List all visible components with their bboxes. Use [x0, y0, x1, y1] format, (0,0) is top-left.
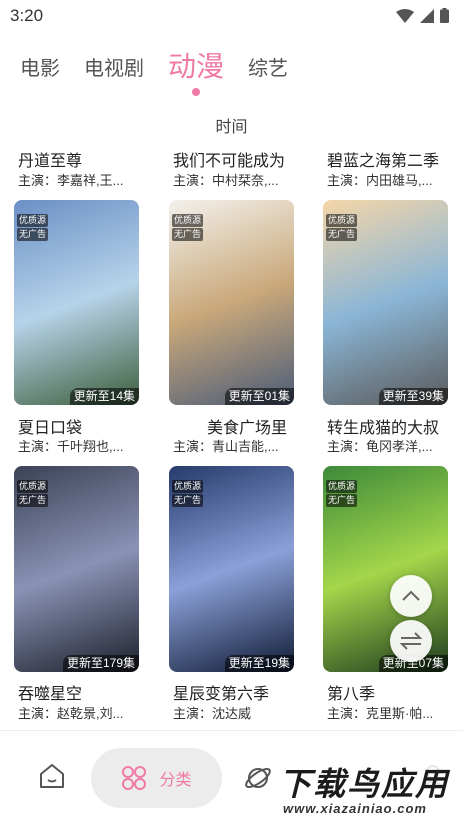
watermark-text: 下载鸟应用 — [279, 766, 450, 802]
tab-anime[interactable]: 动漫 — [168, 50, 225, 96]
episode-update-label: 更新至19集 — [224, 655, 294, 672]
signal-icon — [420, 8, 434, 23]
card-actors: 主演：中村栞奈,... — [173, 173, 279, 188]
watermark-url: www.xiazainiao.com — [283, 801, 427, 816]
swap-icon — [399, 632, 423, 650]
no-ads-badge: 无广告 — [17, 228, 49, 241]
scroll-top-button[interactable] — [390, 575, 432, 617]
card-title: 星辰变第六季 — [173, 686, 270, 703]
tab-tv-series[interactable]: 电视剧 — [84, 54, 144, 84]
card-title: 吞噬星空 — [18, 686, 83, 703]
wifi-icon — [396, 8, 414, 23]
status-bar: 3:20 — [0, 0, 463, 32]
active-tab-indicator — [192, 88, 200, 96]
card-title: 转生成猫的大叔 — [327, 420, 440, 437]
card-title: 夏日口袋 — [18, 420, 83, 437]
no-ads-badge: 无广告 — [172, 228, 204, 241]
switch-layout-button[interactable] — [390, 620, 432, 662]
planet-icon — [245, 767, 271, 789]
episode-update-label: 更新至39集 — [378, 388, 448, 405]
poster-image[interactable]: 优质源 无广告更新至19集 — [169, 466, 294, 672]
card-actors: 主演：青山吉能,... — [173, 439, 279, 454]
quality-badge: 优质源 — [326, 214, 358, 227]
no-ads-badge: 无广告 — [326, 228, 358, 241]
card-actors: 主演：赵乾景,刘... — [18, 706, 124, 721]
card-actors: 主演：克里斯·帕... — [327, 706, 434, 721]
episode-update-label: 更新至01集 — [224, 388, 294, 405]
quality-badge: 优质源 — [17, 214, 49, 227]
card-title: 美食广场里 — [207, 420, 288, 437]
quality-badge: 优质源 — [172, 214, 204, 227]
home-icon — [40, 764, 64, 788]
episode-update-label: 更新至179集 — [62, 655, 139, 672]
nav-category-label: 分类 — [159, 772, 192, 789]
nav-home-button[interactable] — [38, 763, 66, 794]
card-actors: 主演：沈达威 — [173, 706, 252, 721]
category-icon — [122, 766, 147, 790]
poster-image[interactable]: 优质源 无广告更新至01集 — [169, 200, 294, 405]
card-actors: 主演：千叶翔也,... — [18, 439, 124, 454]
card-actors: 主演：龟冈孝洋,... — [327, 439, 433, 454]
chevron-up-icon — [402, 590, 420, 601]
card-title[interactable]: 丹道至尊 — [18, 147, 138, 171]
poster-image[interactable]: 优质源 无广告更新至179集 — [14, 466, 139, 672]
poster-image[interactable]: 优质源 无广告更新至39集 — [323, 200, 448, 405]
status-icons — [396, 8, 449, 23]
no-ads-badge: 无广告 — [17, 494, 49, 507]
episode-update-label: 更新至14集 — [69, 388, 139, 405]
watermark-logo: 下载鸟应用 www.xiazainiao.com — [275, 757, 459, 821]
category-tabs: 电影 电视剧 动漫 综艺 — [20, 50, 312, 96]
no-ads-badge: 无广告 — [172, 494, 204, 507]
nav-discover-button[interactable] — [244, 764, 272, 797]
card-actors: 主演：李嘉祥,王... — [18, 173, 124, 188]
tab-movies[interactable]: 电影 — [20, 54, 60, 84]
nav-category-button[interactable]: 分类 — [91, 748, 222, 808]
no-ads-badge: 无广告 — [326, 494, 358, 507]
card-actors: 主演：内田雄马,... — [327, 173, 433, 188]
battery-icon — [440, 8, 449, 23]
card-title: 第八季 — [327, 686, 376, 703]
tab-variety[interactable]: 综艺 — [248, 54, 288, 84]
card-title[interactable]: 碧蓝之海第二季 — [327, 147, 447, 171]
quality-badge: 优质源 — [172, 480, 204, 493]
quality-badge: 优质源 — [326, 480, 358, 493]
quality-badge: 优质源 — [17, 480, 49, 493]
sort-label[interactable]: 时间 — [0, 113, 463, 137]
poster-image[interactable]: 优质源 无广告更新至14集 — [14, 200, 139, 405]
tab-anime-label: 动漫 — [168, 51, 225, 82]
status-time: 3:20 — [10, 6, 44, 25]
card-title[interactable]: 我们不可能成为 — [173, 147, 293, 171]
